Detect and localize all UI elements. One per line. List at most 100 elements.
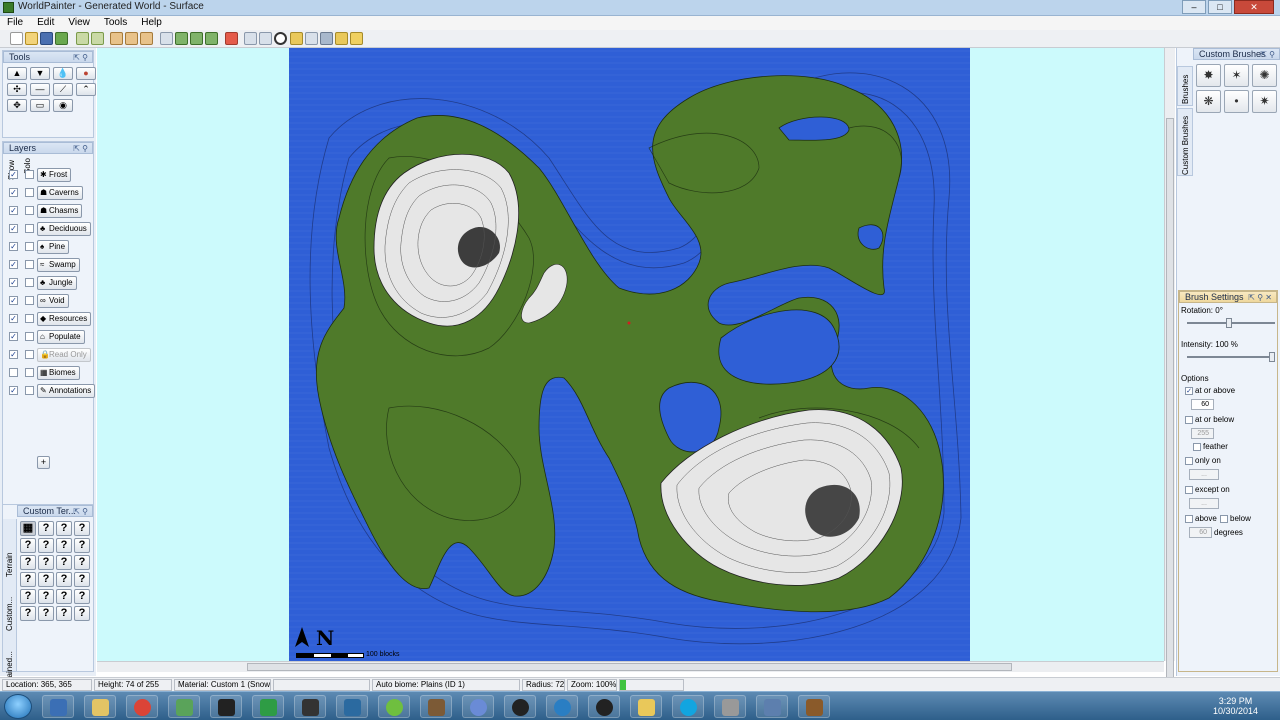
only-on-selector[interactable]: ... [1189, 469, 1219, 480]
menu-file[interactable]: File [0, 16, 30, 30]
tab-brushes[interactable]: Brushes [1177, 66, 1193, 106]
above-checkbox[interactable] [1185, 515, 1193, 523]
terrain-slot-button[interactable]: ? [38, 606, 54, 621]
layer-solo-checkbox[interactable] [25, 224, 34, 233]
layer-show-checkbox[interactable]: ✓ [9, 242, 18, 251]
taskbar-script-icon[interactable] [336, 695, 368, 718]
terrain-slot-button[interactable]: ? [56, 555, 72, 570]
layer-show-checkbox[interactable]: ✓ [9, 170, 18, 179]
taskbar-media-icon[interactable] [42, 695, 74, 718]
layer-solo-checkbox[interactable] [25, 386, 34, 395]
layer-button-annotations[interactable]: ✎ Annotations [37, 384, 96, 398]
water-icon[interactable]: 💧 [53, 67, 73, 80]
only-on-checkbox[interactable] [1185, 457, 1193, 465]
taskbar-spreadsheet-icon[interactable] [252, 695, 284, 718]
terrain-custom-1-button[interactable]: ▦ [20, 521, 36, 536]
layer-solo-checkbox[interactable] [25, 368, 34, 377]
vertical-scrollbar[interactable] [1164, 48, 1175, 693]
mountain-icon[interactable]: ⌃ [76, 83, 96, 96]
layer-solo-checkbox[interactable] [25, 242, 34, 251]
layer-solo-checkbox[interactable] [25, 296, 34, 305]
taskbar-folder-icon[interactable] [630, 695, 662, 718]
at-or-above-spinner[interactable]: 60 [1191, 399, 1214, 410]
export-button[interactable] [55, 32, 68, 45]
zoom-reset-button[interactable] [140, 32, 153, 45]
terrain-slot-button[interactable]: ? [56, 589, 72, 604]
at-or-above-checkbox[interactable]: ✓ [1185, 387, 1193, 395]
terrain-slot-button[interactable]: ? [74, 589, 90, 604]
dimension-button[interactable] [160, 32, 173, 45]
rotate-button[interactable] [190, 32, 203, 45]
layer-solo-checkbox[interactable] [25, 260, 34, 269]
terrain-slot-button[interactable]: ? [56, 521, 72, 536]
layer-solo-checkbox[interactable] [25, 206, 34, 215]
undo-button[interactable] [76, 32, 89, 45]
except-on-checkbox[interactable] [1185, 486, 1193, 494]
layer-show-checkbox[interactable]: ✓ [9, 296, 18, 305]
menu-view[interactable]: View [61, 16, 97, 30]
layer-show-checkbox[interactable] [9, 368, 18, 377]
tab-terrain[interactable]: Terrain [5, 553, 14, 577]
terrain-slot-button[interactable]: ? [20, 538, 36, 553]
vertical-scroll-thumb[interactable] [1166, 118, 1174, 693]
menu-edit[interactable]: Edit [30, 16, 61, 30]
rotation-slider-thumb[interactable] [1226, 318, 1232, 328]
layer-button-populate[interactable]: ⌂ Populate [37, 330, 85, 344]
taskbar-chrome-icon[interactable] [126, 695, 158, 718]
terrain-slot-button[interactable]: ? [20, 555, 36, 570]
taskbar-app-icon[interactable] [294, 695, 326, 718]
taskbar-explorer-icon[interactable] [84, 695, 116, 718]
degrees-spinner[interactable]: 60 [1189, 527, 1212, 538]
layer-button-swamp[interactable]: ≈ Swamp [37, 258, 80, 272]
biome-button[interactable] [320, 32, 333, 45]
spray-icon[interactable]: ✥ [7, 99, 27, 112]
minimize-button[interactable]: – [1182, 0, 1206, 14]
grid-button[interactable] [244, 32, 257, 45]
layer-show-checkbox[interactable]: ✓ [9, 350, 18, 359]
layer-show-checkbox[interactable]: ✓ [9, 260, 18, 269]
terrain-slot-button[interactable]: ? [74, 555, 90, 570]
layer-button-frost[interactable]: ✱ Frost [37, 168, 72, 182]
open-button[interactable] [25, 32, 38, 45]
layer-button-resources[interactable]: ◆ Resources [37, 312, 92, 326]
taskbar-map-icon[interactable] [168, 695, 200, 718]
layer-show-checkbox[interactable]: ✓ [9, 332, 18, 341]
layer-button-chasms[interactable]: ☗ Chasms [37, 204, 83, 218]
lava-icon[interactable]: ● [76, 67, 96, 80]
redo-button[interactable] [91, 32, 104, 45]
layer-solo-checkbox[interactable] [25, 332, 34, 341]
terrain-slot-button[interactable]: ? [20, 589, 36, 604]
brush-5-icon[interactable]: • [1224, 90, 1249, 113]
clock[interactable]: 3:29 PM 10/30/2014 [1213, 696, 1258, 716]
terrain-slot-button[interactable]: ? [74, 572, 90, 587]
layer-show-checkbox[interactable]: ✓ [9, 224, 18, 233]
brush-1-icon[interactable]: ✸ [1196, 64, 1221, 87]
taskbar-udk-icon[interactable] [504, 695, 536, 718]
move-button[interactable] [259, 32, 272, 45]
brush-2-icon[interactable]: ✶ [1224, 64, 1249, 87]
horizontal-scrollbar[interactable] [97, 661, 1164, 672]
taskbar-chest-icon[interactable] [798, 695, 830, 718]
feather-checkbox[interactable] [1193, 443, 1201, 451]
tab-custom-brushes[interactable]: Custom Brushes [1177, 108, 1193, 176]
intensity-slider[interactable] [1187, 356, 1275, 358]
taskbar-disk-icon[interactable] [756, 695, 788, 718]
menu-help[interactable]: Help [134, 16, 169, 30]
layer-button-void[interactable]: ∞ Void [37, 294, 69, 308]
contours-button[interactable] [274, 32, 287, 45]
except-on-selector[interactable]: ... [1189, 498, 1219, 509]
taskbar-browser-icon[interactable] [462, 695, 494, 718]
layer-solo-checkbox[interactable] [25, 188, 34, 197]
terrain-slot-button[interactable]: ? [38, 572, 54, 587]
zoom-in-button[interactable] [110, 32, 123, 45]
at-or-below-spinner[interactable]: 255 [1191, 428, 1214, 439]
at-or-below-checkbox[interactable] [1185, 416, 1193, 424]
slope-icon[interactable]: ⟋ [53, 83, 73, 96]
layer-button-caverns[interactable]: ☗ Caverns [37, 186, 83, 200]
taskbar-worldpainter-icon[interactable] [378, 695, 410, 718]
add-layer-button[interactable]: + [37, 456, 50, 469]
taskbar-tool-icon[interactable] [714, 695, 746, 718]
view-3d-button[interactable] [305, 32, 318, 45]
globe-icon[interactable]: ◉ [53, 99, 73, 112]
layer-button-pine[interactable]: ♠ Pine [37, 240, 70, 254]
